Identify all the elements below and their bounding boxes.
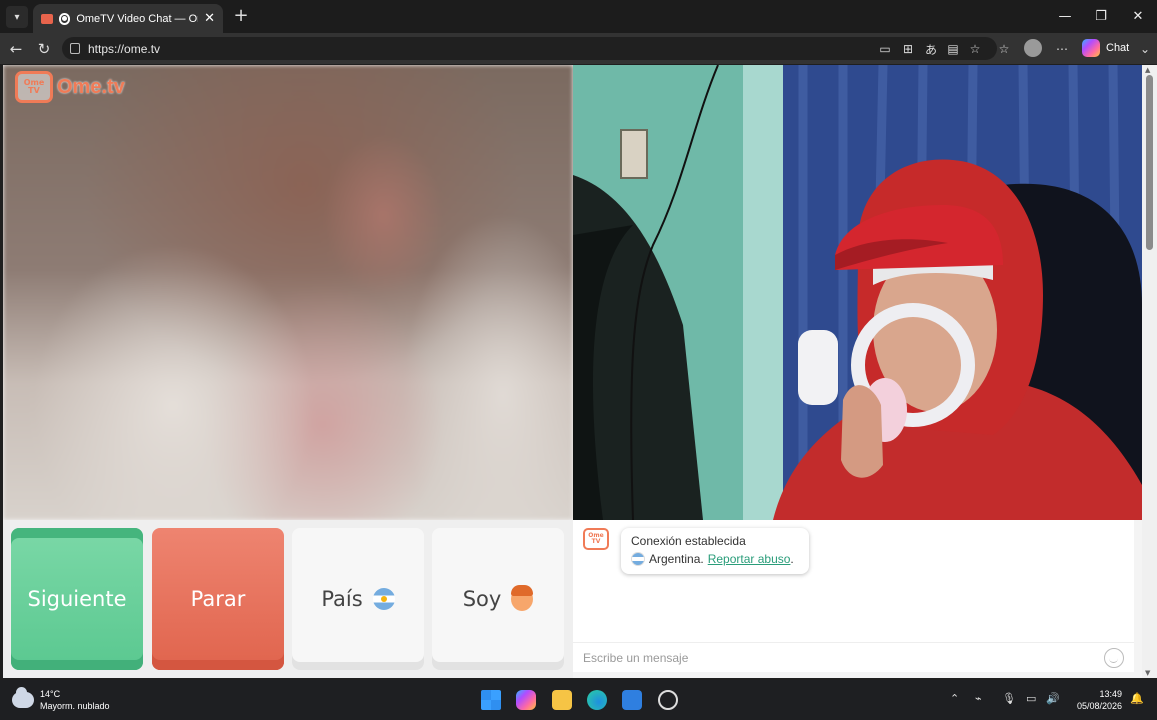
chevron-down-icon[interactable]: ⌄: [1136, 40, 1154, 58]
lock-icon[interactable]: [70, 43, 80, 54]
close-tab-icon[interactable]: ✕: [204, 11, 215, 26]
stop-label: Parar: [190, 587, 246, 611]
report-suffix: .: [790, 552, 794, 566]
browser-tab-bar: ▾ OmeTV Video Chat — Omegle ✕ + — ❐ ✕: [0, 0, 1157, 33]
tab-actions-chevron-icon[interactable]: ▾: [6, 6, 28, 28]
camera-feed-illustration: [573, 65, 1142, 520]
scrollbar-thumb[interactable]: [1146, 75, 1153, 250]
argentina-flag-icon: [372, 588, 395, 610]
weather-desc: Mayorm. nublado: [40, 701, 110, 711]
reload-icon[interactable]: ↻: [34, 39, 54, 59]
new-tab-plus-icon[interactable]: +: [231, 6, 251, 26]
gender-label: Soy: [462, 587, 502, 611]
browser-tab-ometv[interactable]: OmeTV Video Chat — Omegle ✕: [33, 4, 223, 33]
scroll-down-arrow-icon[interactable]: ▼: [1145, 669, 1150, 677]
system-clock[interactable]: 13:49 05/08/2026: [1068, 688, 1122, 712]
scroll-up-arrow-icon[interactable]: ▲: [1145, 66, 1150, 74]
partner-country: Argentina.: [649, 552, 704, 566]
cloud-weather-icon: [12, 687, 34, 708]
country-filter-button[interactable]: País: [292, 528, 424, 670]
message-input[interactable]: [583, 650, 1083, 665]
back-arrow-icon[interactable]: ←: [6, 39, 26, 59]
copilot-logo-icon: [1082, 39, 1100, 57]
gender-select-button[interactable]: Soy: [432, 528, 564, 670]
camera-icon[interactable]: ▭: [876, 40, 894, 58]
url-text: https://ome.tv: [88, 41, 161, 56]
address-bar[interactable]: https://ome.tv: [62, 37, 997, 60]
favorites-list-icon[interactable]: ☆: [995, 40, 1013, 58]
network-icon[interactable]: ⌁: [975, 692, 982, 705]
ometv-page: Ome TV Ome.tv Siguiente Parar País Soy O…: [3, 65, 1142, 678]
ometv-favicon-icon: [41, 13, 53, 24]
report-abuse-link[interactable]: Reportar abuso: [708, 552, 791, 566]
show-hidden-icons-chevron-icon[interactable]: ⌃: [950, 692, 959, 705]
country-label: País: [321, 587, 363, 611]
file-explorer-icon[interactable]: [552, 690, 572, 710]
restore-window-icon[interactable]: ❐: [1083, 0, 1119, 33]
next-button[interactable]: Siguiente: [11, 528, 143, 670]
stranger-video-blurred: [3, 65, 573, 520]
system-message-bubble: Conexión establecida Argentina. Reportar…: [621, 528, 809, 574]
ometv-wordmark: Ome.tv: [57, 75, 125, 98]
emoji-smiley-icon[interactable]: [1104, 648, 1124, 668]
clock-time: 13:49: [1099, 689, 1122, 699]
windows-taskbar: 14°C Mayorm. nublado ⌃ ⌁ 🎙 ▭ 🔊 13:49 05/…: [0, 680, 1157, 720]
argentina-flag-icon: [631, 552, 645, 566]
notification-bell-icon[interactable]: 🔔: [1130, 692, 1144, 705]
partner-country-line: Argentina. Reportar abuso.: [631, 552, 799, 566]
chat-panel: Ome TV Conexión establecida Argentina. R…: [573, 520, 1134, 672]
recording-indicator-icon: [58, 12, 71, 25]
next-label: Siguiente: [27, 587, 127, 611]
reading-view-icon[interactable]: ▤: [944, 40, 962, 58]
chat-controls: Siguiente Parar País Soy: [3, 520, 573, 678]
volume-icon[interactable]: 🔊: [1046, 692, 1060, 705]
ometv-logo[interactable]: Ome TV Ome.tv: [15, 71, 125, 103]
app-with-notification-icon[interactable]: [658, 690, 678, 710]
self-camera-video: [573, 65, 1142, 520]
profile-avatar[interactable]: [1024, 39, 1042, 57]
weather-temp: 14°C: [40, 689, 61, 699]
browser-toolbar: ← ↻ https://ome.tv ▭ ⊞ あ ▤ ☆ ☆ ⋯ Chat ⌄: [0, 33, 1157, 64]
close-window-icon[interactable]: ✕: [1120, 0, 1156, 33]
ometv-chat-logo-icon: Ome TV: [583, 528, 609, 550]
display-icon[interactable]: ▭: [1026, 692, 1036, 705]
tab-title: OmeTV Video Chat — Omegle: [76, 12, 198, 25]
weather-widget[interactable]: 14°C Mayorm. nublado: [12, 687, 110, 712]
stop-button[interactable]: Parar: [152, 528, 284, 670]
copilot-chat-button[interactable]: Chat: [1082, 39, 1129, 57]
message-input-bar: [573, 642, 1134, 672]
favorite-star-icon[interactable]: ☆: [966, 40, 984, 58]
more-options-icon[interactable]: ⋯: [1053, 40, 1071, 58]
microphone-icon[interactable]: 🎙: [1002, 692, 1016, 705]
minimize-window-icon[interactable]: —: [1047, 0, 1083, 33]
page-scrollbar[interactable]: ▲ ▼: [1142, 65, 1157, 678]
ometv-tv-icon: Ome TV: [15, 71, 53, 103]
extensions-grid-icon[interactable]: ⊞: [899, 40, 917, 58]
edge-browser-icon[interactable]: [587, 690, 607, 710]
mail-app-icon[interactable]: [622, 690, 642, 710]
copilot-label: Chat: [1106, 42, 1130, 54]
clock-date: 05/08/2026: [1076, 701, 1122, 711]
connection-status: Conexión establecida: [631, 534, 746, 548]
boy-emoji-icon: [511, 585, 534, 611]
copilot-app-icon[interactable]: [516, 690, 536, 710]
translate-icon[interactable]: あ: [922, 40, 940, 58]
windows-start-icon[interactable]: [481, 690, 501, 710]
